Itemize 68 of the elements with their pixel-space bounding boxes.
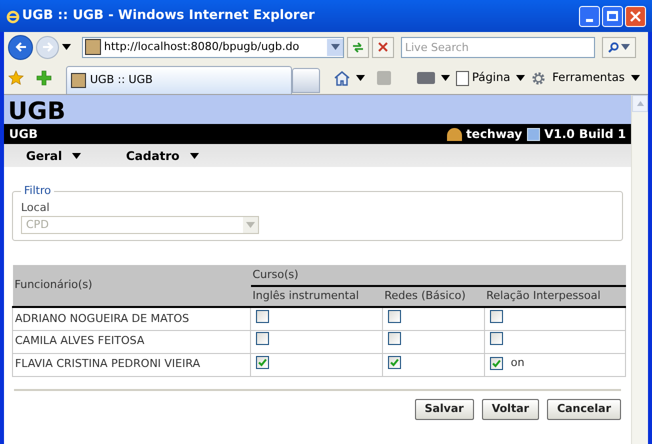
column-header: Redes (Básico): [382, 286, 484, 307]
back-button[interactable]: [8, 34, 33, 60]
window-title: UGB :: UGB - Windows Internet Explorer: [22, 7, 315, 26]
history-caret-icon: [62, 44, 71, 50]
checkbox[interactable]: [490, 310, 503, 322]
up-caret-icon: [636, 101, 644, 106]
column-header: Funcionário(s): [12, 265, 250, 307]
caret-icon: [356, 75, 365, 81]
page-icon: [71, 73, 86, 88]
menu-item[interactable]: Cadatro: [126, 146, 226, 164]
refresh-arrows-icon: [352, 42, 364, 52]
tools-menu-button[interactable]: Ferramentas: [552, 69, 625, 87]
search-icon: [608, 42, 619, 52]
checkbox[interactable]: [490, 332, 503, 346]
add-favorite-icon[interactable]: [36, 70, 52, 86]
menu-item[interactable]: Geral: [26, 146, 126, 164]
caret-icon: [621, 44, 630, 50]
column-header: Inglês instrumental: [250, 286, 382, 307]
checkbox[interactable]: [490, 357, 503, 370]
favorites-star-icon[interactable]: [8, 70, 24, 86]
filter-legend: Filtro: [21, 183, 54, 200]
caret-icon: [246, 222, 255, 228]
caret-icon: [441, 75, 450, 81]
page-icon: [85, 39, 101, 55]
app-name: UGB: [9, 126, 38, 143]
back-arrow-icon: [14, 41, 26, 53]
checkbox-value: on: [510, 355, 524, 372]
caret-icon: [630, 75, 640, 81]
page-menu-icon: [456, 70, 469, 86]
table-cell: CAMILA ALVES FEITOSA: [12, 330, 250, 353]
caret-icon: [516, 75, 526, 81]
form-button[interactable]: Salvar: [414, 398, 474, 420]
table-cell: ADRIANO NOGUEIRA DE MATOS: [12, 307, 250, 330]
checkbox[interactable]: [388, 332, 401, 346]
search-button[interactable]: [602, 36, 636, 58]
caret-icon: [330, 44, 340, 50]
browser-tab[interactable]: UGB :: UGB: [66, 66, 292, 94]
stop-icon: [378, 42, 388, 52]
gear-icon: [531, 70, 546, 86]
maximize-button[interactable]: [602, 6, 623, 26]
local-select: CPD: [21, 216, 259, 234]
checkbox[interactable]: [388, 356, 401, 370]
checkbox[interactable]: [256, 310, 269, 322]
minimize-button[interactable]: [579, 6, 600, 26]
browser-logo-icon: [6, 8, 20, 24]
scrollbar[interactable]: [631, 95, 648, 444]
version-label: V1.0 Build 1: [544, 126, 626, 143]
checkbox[interactable]: [256, 332, 269, 346]
refresh-button[interactable]: [347, 36, 369, 58]
home-icon[interactable]: [334, 70, 350, 86]
table-cell: FLAVIA CRISTINA PEDRONI VIEIRA: [12, 353, 250, 376]
stop-button[interactable]: [372, 36, 394, 58]
column-header: Relação Interpessoal: [484, 286, 626, 307]
local-label: Local: [21, 200, 51, 216]
caret-icon: [72, 152, 82, 158]
forward-arrow-icon: [42, 41, 54, 53]
address-field[interactable]: http://localhost:8080/bpugb/ugb.do: [82, 36, 344, 58]
close-icon: [630, 10, 641, 22]
checkbox[interactable]: [256, 356, 269, 370]
page-menu-button[interactable]: Página: [472, 69, 510, 87]
form-button[interactable]: Cancelar: [547, 398, 621, 420]
search-field[interactable]: Live Search: [401, 36, 595, 58]
caret-icon: [190, 152, 198, 158]
page-header: UGB: [4, 95, 631, 124]
username: techway: [466, 126, 522, 143]
form-button[interactable]: Voltar: [482, 398, 540, 420]
close-button[interactable]: [625, 6, 646, 26]
checkbox[interactable]: [388, 310, 401, 322]
